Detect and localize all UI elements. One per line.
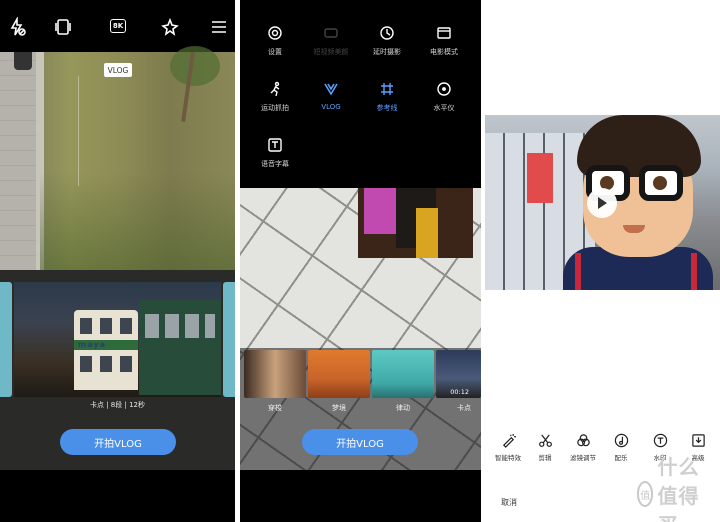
video-editor-screen: 智能特效 剪辑 滤镜调节 配乐 水印 高级 取消 值 什么值得 xyxy=(485,0,720,522)
filter-icon xyxy=(575,432,591,448)
bottom-area xyxy=(0,470,235,522)
camera-settings-screen: 设置 短视频美颜 延时摄影 电影模式 运动抓拍 VLOG 参考线 水平仪 语音字… xyxy=(240,0,481,522)
menu-item-motion-capture[interactable]: 运动抓拍 xyxy=(247,80,303,113)
smart-effects-icon xyxy=(500,432,516,448)
tool-music[interactable]: 配乐 xyxy=(601,432,641,462)
template-caption: 卡点 | 8段 | 12秒 xyxy=(90,401,145,409)
start-vlog-button[interactable]: 开拍VLOG xyxy=(60,429,176,455)
music-icon xyxy=(613,432,629,448)
bottom-area xyxy=(240,470,481,522)
menu-item-label: 延时摄影 xyxy=(373,48,401,56)
template-label: 梦境 xyxy=(332,404,346,412)
menu-item-grid[interactable]: 参考线 xyxy=(359,80,415,113)
cabinet-pink-item xyxy=(364,188,396,234)
flash-off-icon[interactable] xyxy=(6,16,28,38)
vlog-mode-tag: VLOG xyxy=(104,63,132,77)
template-thumb-dream[interactable] xyxy=(308,350,370,398)
menu-item-label: 电影模式 xyxy=(430,48,458,56)
avatar-eye-right xyxy=(653,176,667,190)
camera-viewfinder[interactable] xyxy=(0,46,235,270)
cancel-button[interactable]: 取消 xyxy=(501,497,517,508)
motion-capture-icon xyxy=(266,80,284,98)
tram-sign: maya xyxy=(78,340,107,349)
play-button[interactable] xyxy=(587,188,617,218)
focus-guide-line xyxy=(78,76,79,186)
play-icon xyxy=(598,197,607,209)
menu-item-label: 短视频美颜 xyxy=(313,48,349,56)
menu-icon[interactable] xyxy=(208,16,230,38)
template-thumb-prev[interactable] xyxy=(0,282,12,397)
menu-item-label: 语音字幕 xyxy=(261,160,289,168)
menu-item-beauty: 短视频美颜 xyxy=(303,24,359,57)
menu-item-label: 设置 xyxy=(268,48,282,56)
resolution-8k-icon[interactable]: 8K xyxy=(110,19,126,33)
site-watermark: 值 什么值得买 xyxy=(637,455,717,522)
backpack-strap-right xyxy=(691,253,697,290)
level-icon xyxy=(435,80,453,98)
settings-icon xyxy=(266,24,284,42)
watermark-text: 什么值得买 xyxy=(657,454,700,522)
template-label: 卡点 xyxy=(457,404,471,412)
timelapse-icon xyxy=(378,24,396,42)
template-label: 律动 xyxy=(396,404,410,412)
video-preview[interactable] xyxy=(485,115,720,290)
cabinet-yellow-item xyxy=(416,208,438,258)
vlog-icon xyxy=(322,80,340,98)
template-thumb-next[interactable] xyxy=(223,282,235,397)
menu-item-movie-mode[interactable]: 电影模式 xyxy=(416,24,472,57)
camera-top-bar: 8K xyxy=(0,0,235,52)
backpack-strap-left xyxy=(575,253,581,290)
menu-item-settings[interactable]: 设置 xyxy=(247,24,303,57)
mall-sign xyxy=(527,153,553,203)
menu-item-label: 参考线 xyxy=(376,104,398,112)
start-vlog-button[interactable]: 开拍VLOG xyxy=(302,429,418,455)
menu-item-timelapse[interactable]: 延时摄影 xyxy=(359,24,415,57)
viewfinder-tree-canopy xyxy=(170,46,220,86)
grid-icon xyxy=(378,80,396,98)
tool-label: 智能特效 xyxy=(495,454,521,462)
template-thumb-shuttle[interactable] xyxy=(244,350,306,398)
template-label: 穿梭 xyxy=(268,404,282,412)
beauty-icon xyxy=(322,24,340,42)
advanced-icon xyxy=(690,432,706,448)
menu-item-level[interactable]: 水平仪 xyxy=(416,80,472,113)
tram-image: maya xyxy=(74,310,138,390)
scissors-icon xyxy=(537,432,553,448)
aspect-ratio-icon[interactable] xyxy=(52,16,74,38)
menu-item-label: VLOG xyxy=(321,103,341,111)
template-thumb-rhythm[interactable] xyxy=(372,350,434,398)
tool-label: 滤镜调节 xyxy=(570,454,596,462)
viewfinder-pavement xyxy=(0,52,40,270)
template-duration: 00:12 xyxy=(450,388,469,396)
tool-cut[interactable]: 剪辑 xyxy=(525,432,565,462)
template-thumb-beat[interactable]: 00:12 xyxy=(436,350,481,398)
menu-item-voice-subtitle[interactable]: 语音字幕 xyxy=(247,136,303,169)
tool-label: 配乐 xyxy=(614,454,628,462)
movie-mode-icon xyxy=(435,24,453,42)
menu-item-label: 运动抓拍 xyxy=(261,104,289,112)
ai-beauty-icon[interactable] xyxy=(160,16,182,38)
watermark-icon xyxy=(652,432,668,448)
menu-item-label: 水平仪 xyxy=(433,104,455,112)
tool-smart-effects[interactable]: 智能特效 xyxy=(488,432,528,462)
settings-menu-grid: 设置 短视频美颜 延时摄影 电影模式 运动抓拍 VLOG 参考线 水平仪 语音字… xyxy=(240,0,481,188)
template-thumb-current[interactable]: maya xyxy=(14,282,221,397)
viewfinder-person xyxy=(14,52,32,70)
tool-filter[interactable]: 滤镜调节 xyxy=(563,432,603,462)
tool-label: 剪辑 xyxy=(538,454,552,462)
tram-image-2 xyxy=(139,300,221,395)
vlog-camera-screen: 8K VLOG maya 卡点 | 8段 | 12秒 开拍VLOG xyxy=(0,0,235,522)
menu-item-vlog[interactable]: VLOG xyxy=(303,80,359,111)
watermark-badge: 值 xyxy=(637,481,654,507)
voice-subtitle-icon xyxy=(266,136,284,154)
viewfinder-grass xyxy=(40,172,235,270)
